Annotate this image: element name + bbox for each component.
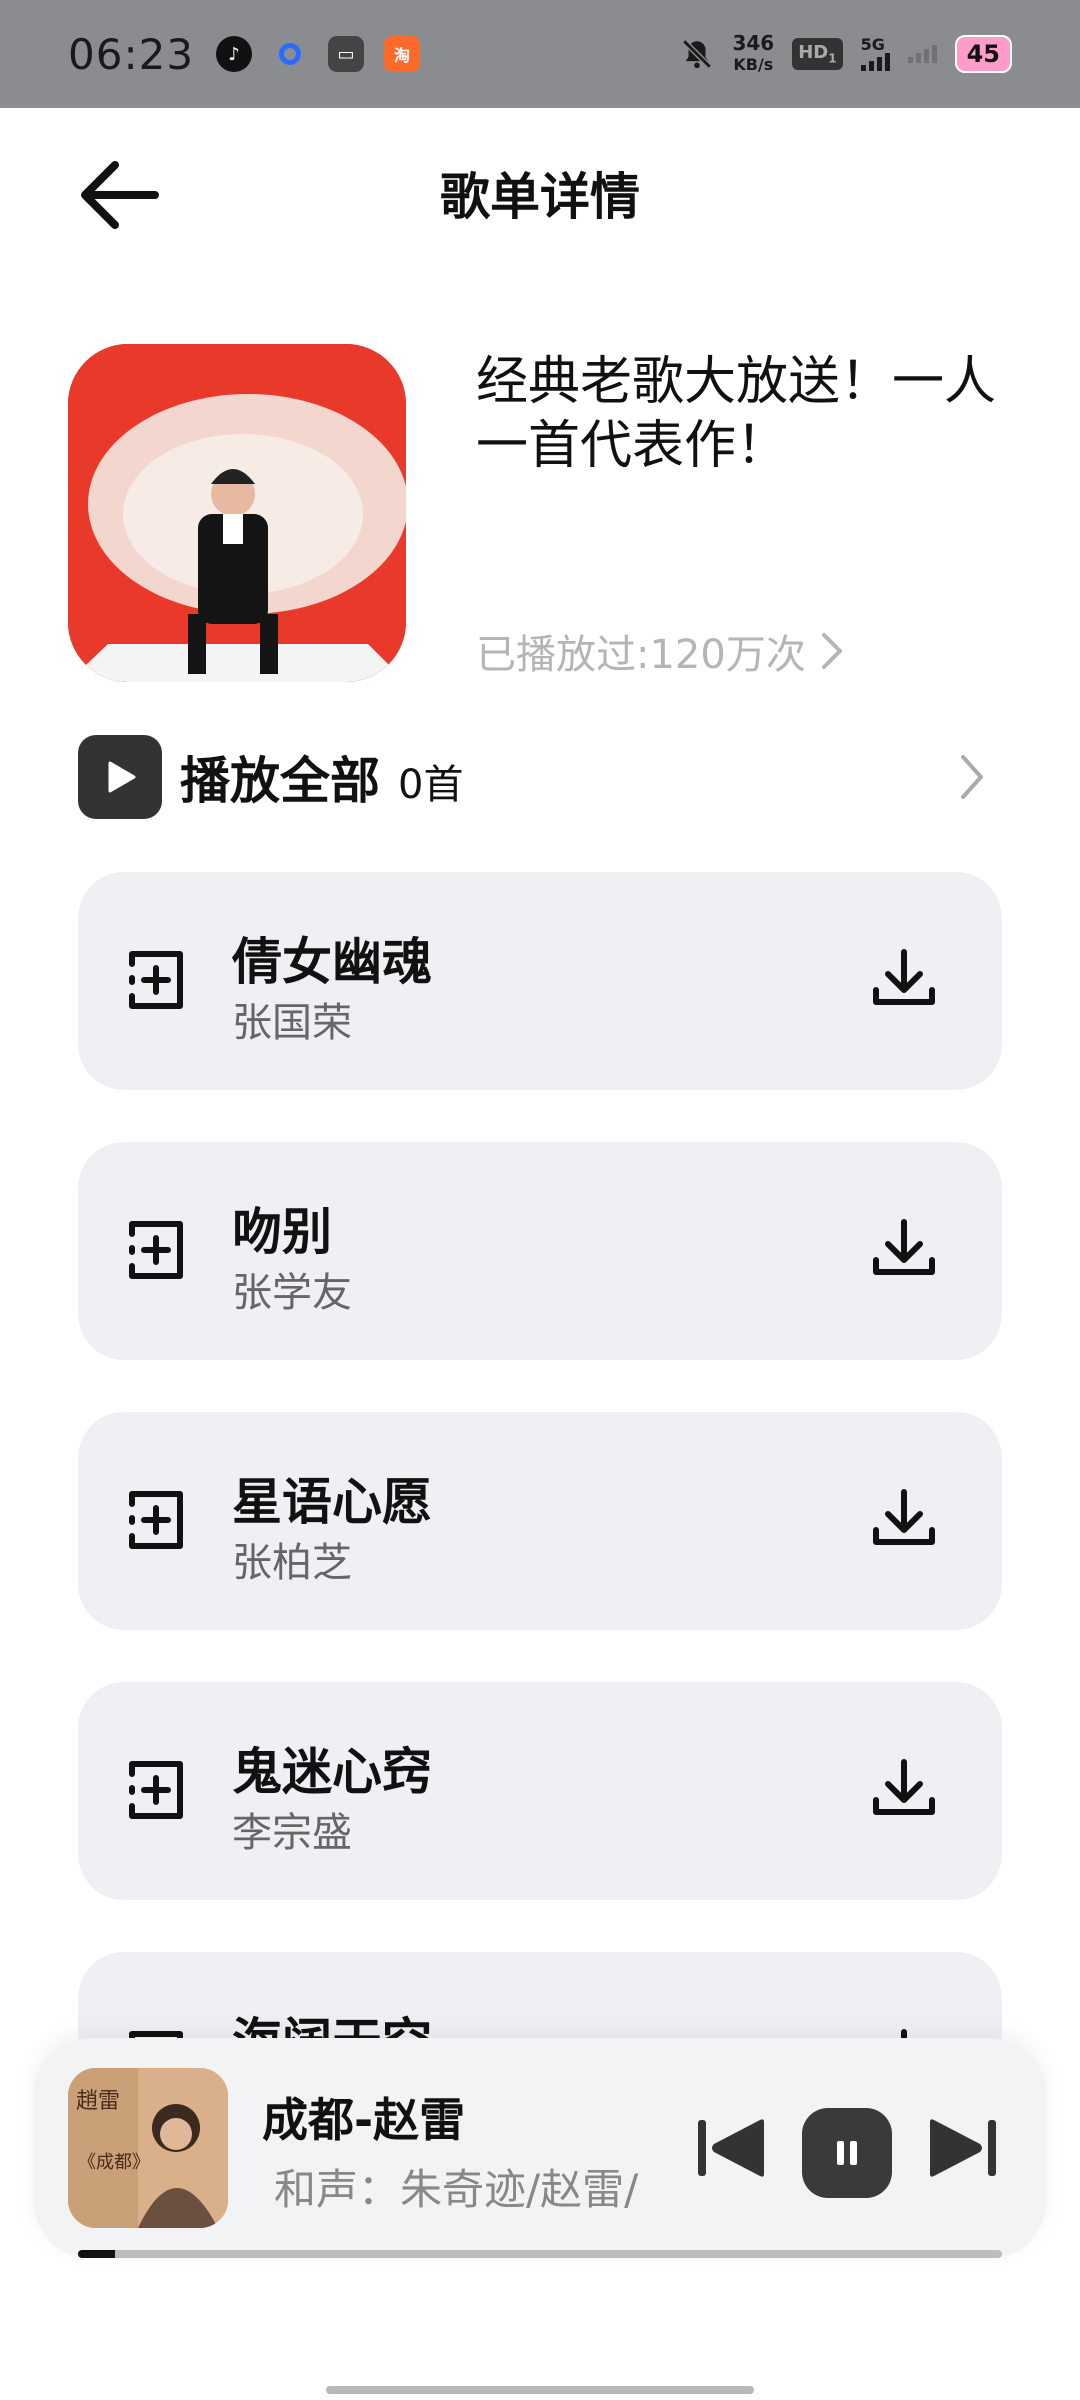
song-artist: 张国荣 [232,1000,352,1046]
song-title: 吻别 [232,1203,332,1261]
taobao-icon: 淘 [384,36,421,72]
album-art-image: 趙雷 《成都》 [68,2068,228,2228]
tiktok-icon: ♪ [216,36,253,72]
hd-label: HD [798,42,829,64]
song-list[interactable]: 倩女幽魂 张国荣 吻别 张学友 星语心愿 张柏芝 鬼迷心窍 李宗盛 海阔天空 [78,872,1002,2040]
download-icon[interactable] [868,1484,940,1556]
playback-progress-fill [78,2250,115,2258]
song-artist: 李宗盛 [232,1810,352,1856]
hd-sub: 1 [828,51,837,66]
play-all-label: 播放全部 [180,752,380,810]
pause-button[interactable] [802,2108,892,2198]
play-all-button[interactable] [78,735,162,819]
status-time: 06:23 [68,29,195,79]
previous-track-icon[interactable] [694,2114,770,2182]
add-to-playlist-icon[interactable] [118,944,190,1016]
song-item[interactable]: 吻别 张学友 [78,1142,1002,1360]
song-item[interactable]: 海阔天空 [78,1952,1002,2040]
status-indicators: 346 KB/s HD1 5G 45 [680,33,1012,75]
download-icon[interactable] [868,944,940,1016]
playlist-cover[interactable] [68,344,406,682]
play-all-count: 0首 [398,762,464,808]
song-item[interactable]: 倩女幽魂 张国荣 [78,872,1002,1090]
play-icon [108,761,136,793]
play-count-link[interactable]: 已播放过:120万次 [476,622,846,680]
status-app-icons: ♪ ▭ 淘 [216,36,421,72]
song-artist: 张学友 [232,1270,352,1316]
song-artist: 张柏芝 [232,1540,352,1586]
song-title: 倩女幽魂 [232,933,432,991]
inbox-icon: ▭ [328,36,365,72]
hd-badge: HD1 [792,38,843,70]
status-bar: 06:23 ♪ ▭ 淘 346 KB/s HD1 5G 45 [0,0,1080,108]
song-title: 星语心愿 [232,1473,432,1531]
song-title: 鬼迷心窍 [232,1743,432,1801]
svg-text:趙雷: 趙雷 [76,2089,120,2114]
song-item[interactable]: 星语心愿 张柏芝 [78,1412,1002,1630]
next-track-icon[interactable] [924,2114,1000,2182]
net-speed: 346 KB/s [732,33,774,75]
download-icon[interactable] [868,1754,940,1826]
back-button[interactable] [74,150,164,240]
play-all-row[interactable]: 播放全部 0首 [78,734,1002,820]
net-speed-unit: KB/s [733,55,774,74]
song-title: 海阔天空 [232,2002,432,2040]
player-title: 成都-赵雷 [262,2093,466,2147]
browser-icon [272,36,308,72]
signal-icon [860,53,890,71]
svg-text:《成都》: 《成都》 [78,2152,150,2173]
add-to-playlist-icon[interactable] [118,1484,190,1556]
player-cover[interactable]: 趙雷 《成都》 [68,2068,228,2228]
playlist-title: 经典老歌大放送！一人一首代表作！ [476,352,997,476]
play-count-text: 已播放过:120万次 [476,632,806,678]
pause-icon [837,2141,857,2165]
song-item[interactable]: 鬼迷心窍 李宗盛 [78,1682,1002,1900]
arrow-left-icon [81,161,159,229]
home-indicator[interactable] [326,2386,754,2394]
cover-art-image [68,344,406,682]
add-to-playlist-icon[interactable] [118,1214,190,1286]
battery-indicator: 45 [954,35,1012,73]
network-label: 5G [860,35,885,54]
chevron-right-icon[interactable] [942,747,1002,807]
net-speed-value: 346 [732,31,775,55]
player-subtitle: 和声：朱奇迹/赵雷/ [274,2165,639,2214]
add-to-playlist-icon[interactable] [118,1754,190,1826]
page-title: 歌单详情 [440,168,640,226]
download-icon[interactable] [868,1214,940,1286]
signal-5g: 5G [860,35,890,71]
signal-secondary-icon [907,45,937,63]
mini-player[interactable]: 趙雷 《成都》 成都-赵雷 和声：朱奇迹/赵雷/ [34,2038,1046,2258]
playback-progress[interactable] [78,2250,1002,2258]
page-header: 歌单详情 [0,108,1080,278]
bell-off-icon [680,37,714,71]
chevron-right-icon [821,633,842,669]
